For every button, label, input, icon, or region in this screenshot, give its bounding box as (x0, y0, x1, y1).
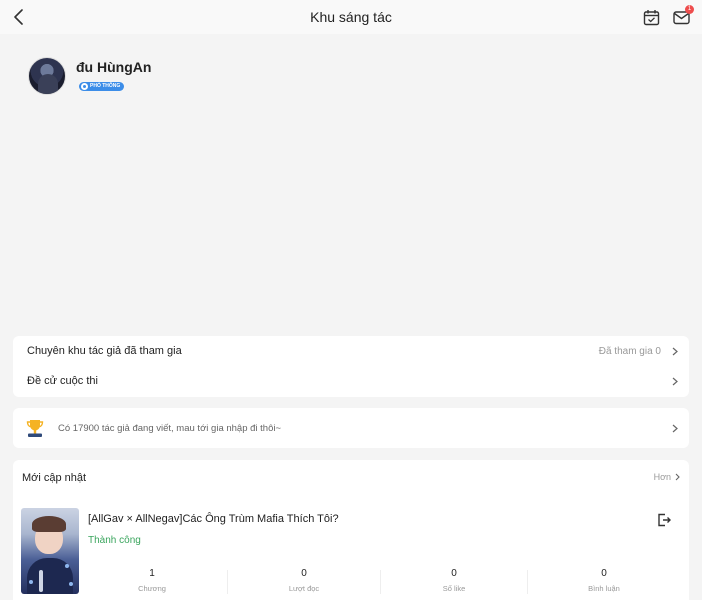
chevron-right-icon (675, 473, 680, 481)
joined-count: Đã tham gia 0 (598, 346, 661, 357)
more-link[interactable]: Hơn (654, 472, 680, 482)
invite-banner[interactable]: Có 17900 tác giả đang viết, mau tới gia … (13, 408, 689, 448)
stat-divider (527, 570, 528, 594)
stat-reads: 0 Lượt đọc (229, 568, 379, 598)
username: đu HùngAn (76, 59, 152, 75)
book-cover[interactable] (21, 508, 79, 594)
trophy-icon (26, 420, 44, 437)
avatar[interactable] (28, 57, 66, 95)
stat-label: Số like (442, 584, 466, 593)
level-label: PHỔ THÔNG (90, 83, 121, 89)
chevron-right-icon (671, 375, 679, 387)
publish-status: Thành công (88, 535, 141, 546)
mail-button[interactable]: 1 (671, 5, 694, 27)
joined-zones-row[interactable]: Chuyên khu tác giả đã tham gia Đã tham g… (13, 336, 689, 366)
stat-value: 1 (149, 568, 155, 579)
nominate-contest-row[interactable]: Đề cử cuộc thi (13, 366, 689, 396)
stat-value: 0 (301, 568, 307, 579)
stat-value: 0 (601, 568, 607, 579)
book-action-button[interactable] (656, 512, 672, 528)
book-title[interactable]: [AllGav × AllNegav]Các Ông Trùm Mafia Th… (88, 513, 339, 525)
stat-likes: 0 Số like (379, 568, 529, 598)
exit-icon (658, 513, 671, 527)
stat-chapters: 1 Chương (77, 568, 227, 598)
menu-card: Chuyên khu tác giả đã tham gia Đã tham g… (13, 336, 689, 397)
stat-value: 0 (451, 568, 457, 579)
section-title: Mới cập nhật (22, 472, 87, 484)
calendar-check-icon (643, 9, 659, 25)
page-title: Khu sáng tác (310, 9, 392, 25)
stat-label: Bình luận (588, 584, 620, 593)
chevron-right-icon (671, 345, 679, 357)
mail-unread-badge: 1 (685, 5, 694, 14)
invite-text: Có 17900 tác giả đang viết, mau tới gia … (58, 423, 282, 434)
stat-divider (227, 570, 228, 594)
stat-comments: 0 Bình luận (529, 568, 679, 598)
top-bar: Khu sáng tác 1 (0, 0, 702, 34)
joined-zones-label: Chuyên khu tác giả đã tham gia (27, 345, 182, 357)
calendar-button[interactable] (641, 7, 661, 27)
stat-label: Chương (138, 584, 166, 593)
profile-header: đu HùngAn PHỔ THÔNG (28, 57, 428, 97)
level-drop-icon (81, 83, 88, 90)
recent-updates-card: Mới cập nhật Hơn [AllGav × AllNegav]Các … (13, 460, 689, 600)
stat-label: Lượt đọc (288, 584, 320, 593)
chevron-right-icon (671, 422, 679, 434)
more-label: Hơn (653, 472, 671, 482)
level-badge: PHỔ THÔNG (79, 82, 125, 91)
nominate-contest-label: Đề cử cuộc thi (27, 375, 98, 387)
